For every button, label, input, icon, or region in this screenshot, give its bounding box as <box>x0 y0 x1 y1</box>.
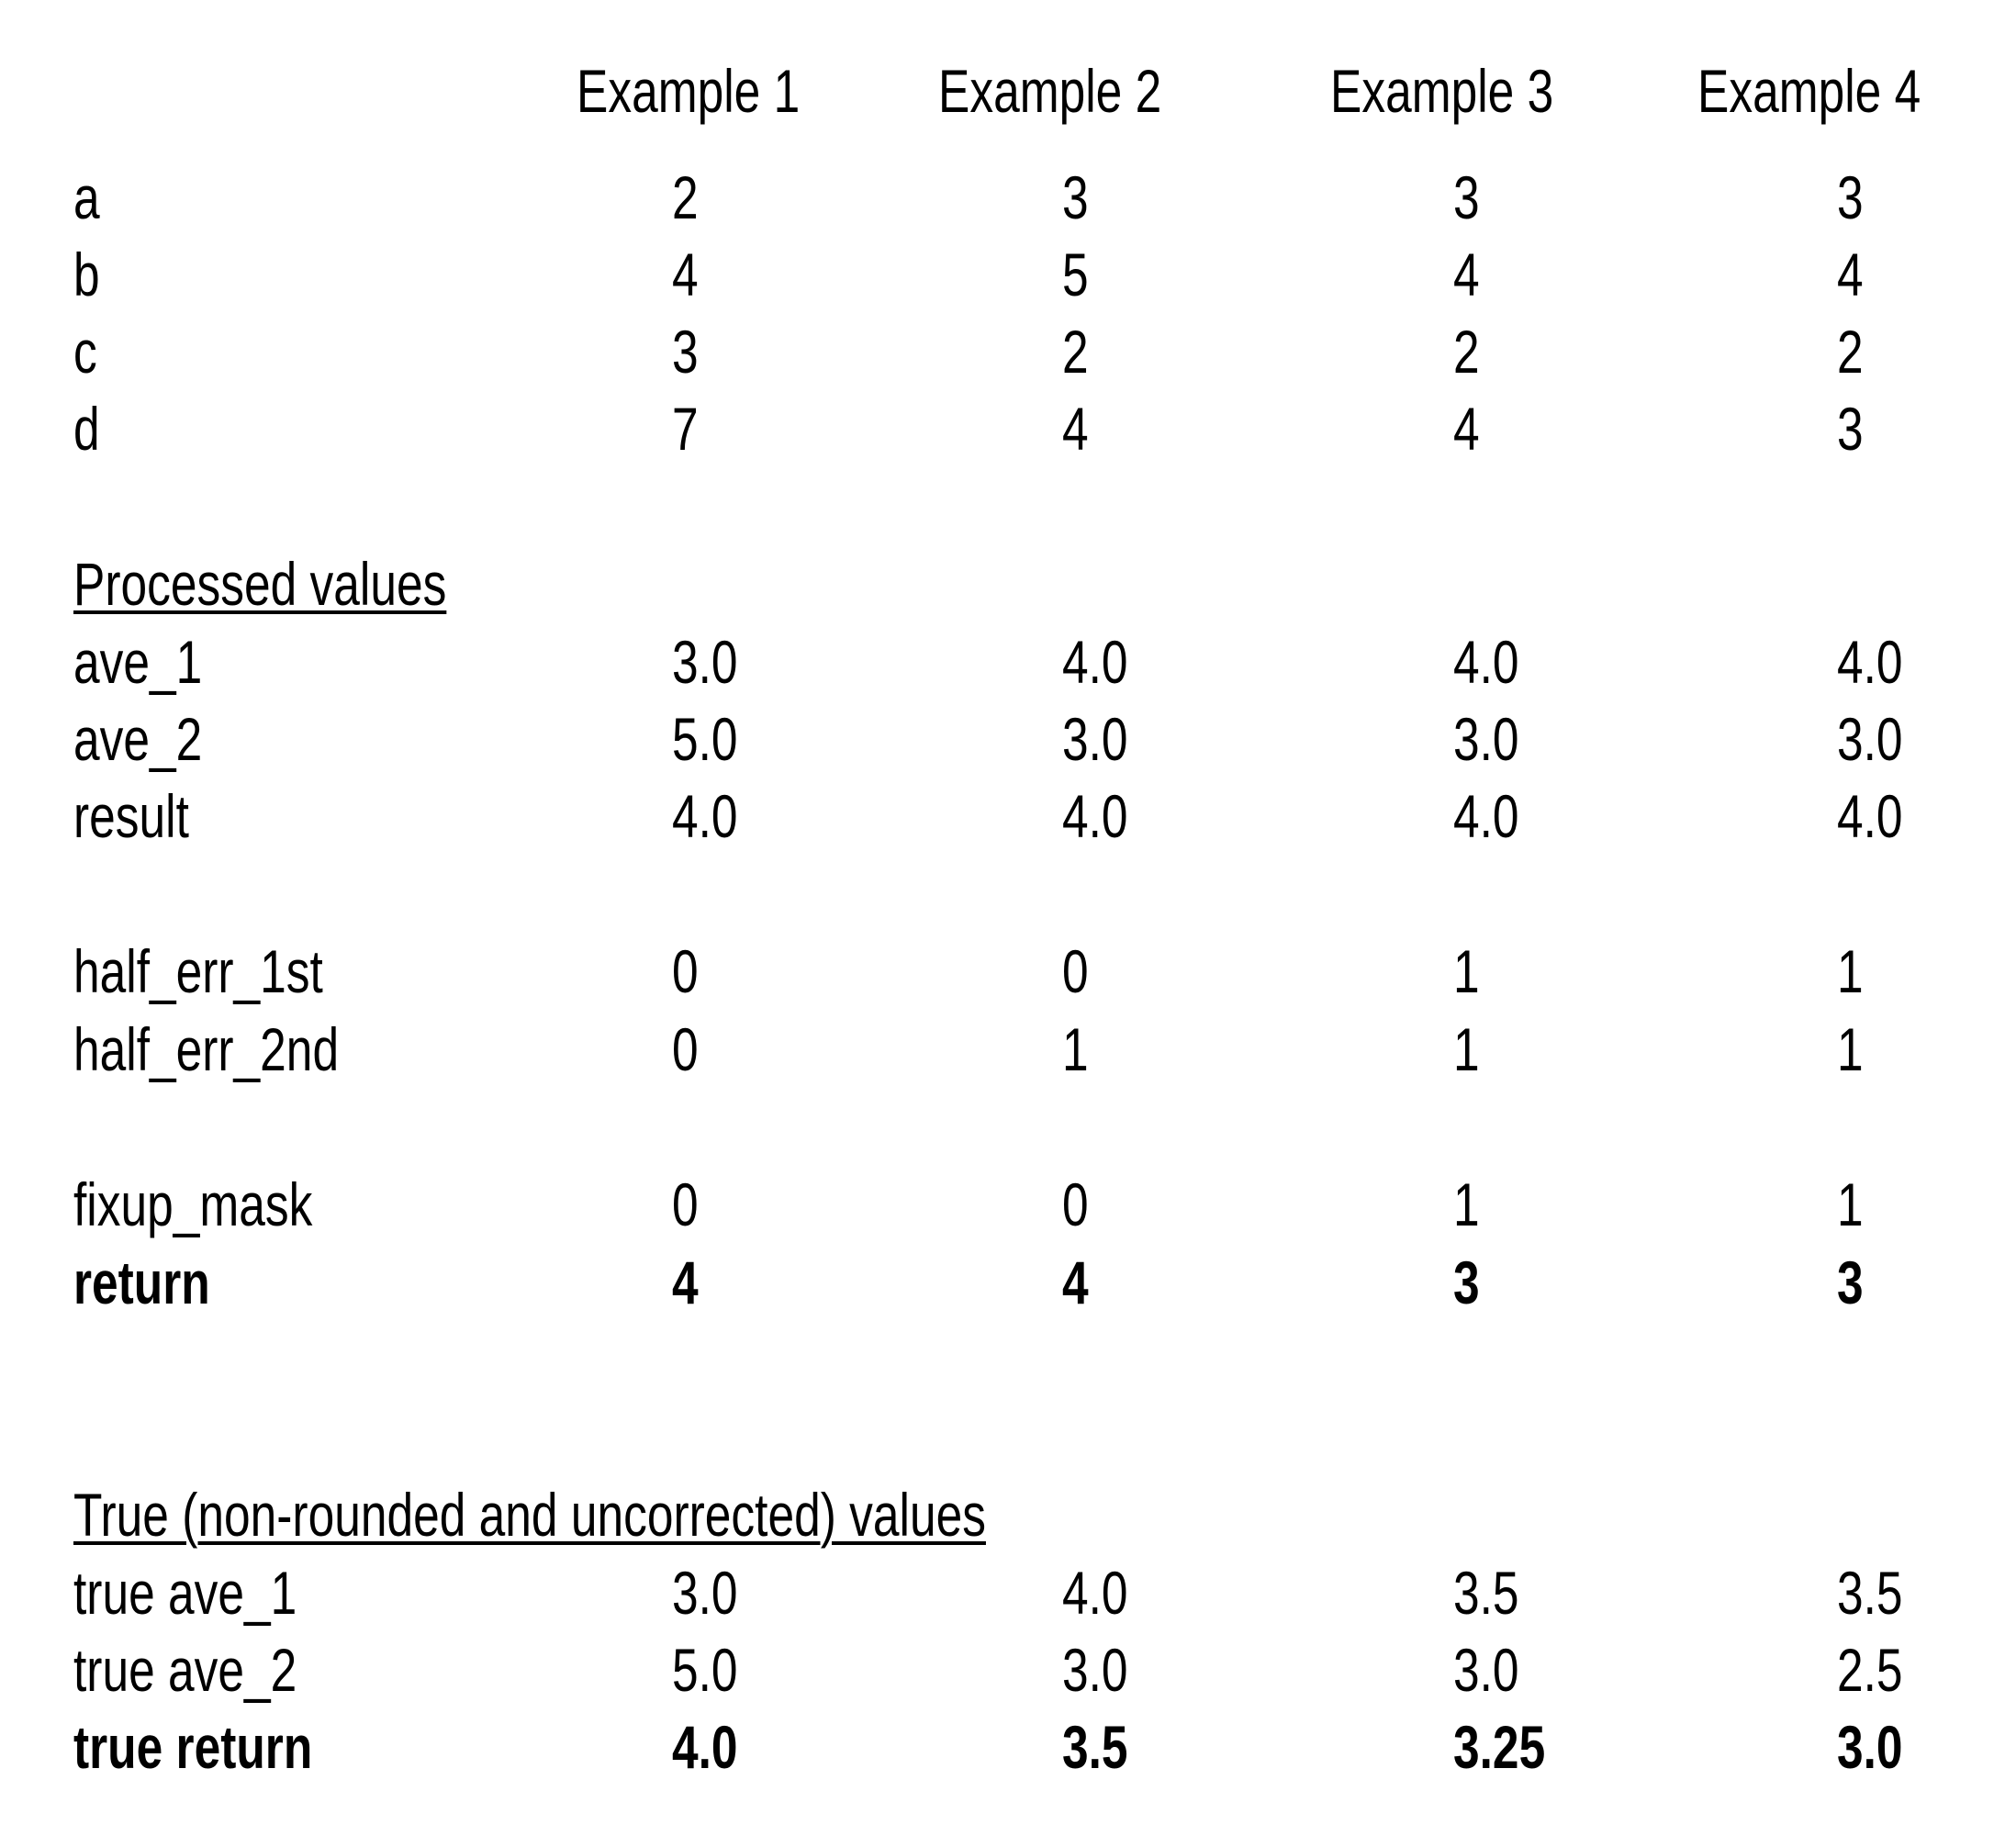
cell: 5 <box>1062 241 1089 308</box>
cell: 3 <box>1837 1248 1864 1316</box>
section-heading-true-values: True (non-rounded and uncorrected) value… <box>73 1481 986 1549</box>
column-header: Example 3 <box>1330 57 1554 125</box>
cell: 3.0 <box>672 1559 738 1627</box>
cell: 1 <box>1453 1170 1480 1238</box>
cell: 4 <box>1453 241 1480 308</box>
row-label: b <box>73 241 100 308</box>
cell: 3 <box>672 318 699 386</box>
cell: 4.0 <box>1062 782 1128 850</box>
cell: 2 <box>1453 318 1480 386</box>
cell: 3.0 <box>1837 1713 1903 1781</box>
cell: 2 <box>1837 318 1864 386</box>
cell: 4.0 <box>1453 782 1519 850</box>
section-heading-processed: Processed values <box>73 550 447 618</box>
row-label: ave_2 <box>73 705 203 773</box>
row-label: true ave_1 <box>73 1559 297 1627</box>
cell: 4 <box>1062 1248 1089 1316</box>
cell: 1 <box>1837 1015 1864 1083</box>
cell: 5.0 <box>672 1636 738 1704</box>
cell: 3.0 <box>1062 705 1128 773</box>
cell: 4 <box>672 1248 699 1316</box>
cell: 7 <box>672 395 699 463</box>
cell: 3.0 <box>1453 705 1519 773</box>
row-label: result <box>73 782 189 850</box>
cell: 4 <box>1453 395 1480 463</box>
row-label: true return <box>73 1713 313 1781</box>
cell: 1 <box>1837 1170 1864 1238</box>
cell: 3.0 <box>1453 1636 1519 1704</box>
row-label: fixup_mask <box>73 1170 313 1238</box>
cell: 0 <box>672 1015 699 1083</box>
cell: 4.0 <box>1453 628 1519 696</box>
row-label: d <box>73 395 100 463</box>
cell: 0 <box>1062 937 1089 1005</box>
cell: 3.5 <box>1062 1713 1128 1781</box>
row-label: return <box>73 1248 210 1316</box>
cell: 3 <box>1837 395 1864 463</box>
cell: 0 <box>672 1170 699 1238</box>
cell: 0 <box>1062 1170 1089 1238</box>
row-label: c <box>73 318 97 386</box>
cell: 4.0 <box>1062 1559 1128 1627</box>
cell: 4 <box>1837 241 1864 308</box>
cell: 1 <box>1453 1015 1480 1083</box>
cell: 4 <box>672 241 699 308</box>
cell: 4.0 <box>672 1713 738 1781</box>
cell: 0 <box>672 937 699 1005</box>
cell: 3.5 <box>1837 1559 1903 1627</box>
cell: 2 <box>1062 318 1089 386</box>
cell: 3.0 <box>1062 1636 1128 1704</box>
cell: 4.0 <box>672 782 738 850</box>
cell: 3 <box>1062 163 1089 231</box>
cell: 1 <box>1062 1015 1089 1083</box>
cell: 4.0 <box>1837 628 1903 696</box>
cell: 2 <box>672 163 699 231</box>
row-label: true ave_2 <box>73 1636 297 1704</box>
cell: 4 <box>1062 395 1089 463</box>
cell: 1 <box>1453 937 1480 1005</box>
cell: 5.0 <box>672 705 738 773</box>
cell: 3.0 <box>1837 705 1903 773</box>
row-label: half_err_2nd <box>73 1015 340 1083</box>
cell: 3.25 <box>1453 1713 1546 1781</box>
cell: 4.0 <box>1062 628 1128 696</box>
cell: 2.5 <box>1837 1636 1903 1704</box>
cell: 3 <box>1453 1248 1480 1316</box>
row-label: half_err_1st <box>73 937 323 1005</box>
cell: 1 <box>1837 937 1864 1005</box>
column-header: Example 2 <box>938 57 1162 125</box>
cell: 3.5 <box>1453 1559 1519 1627</box>
cell: 3 <box>1837 163 1864 231</box>
row-label: a <box>73 163 100 231</box>
cell: 3.0 <box>672 628 738 696</box>
row-label: ave_1 <box>73 628 203 696</box>
cell: 4.0 <box>1837 782 1903 850</box>
column-header: Example 4 <box>1697 57 1921 125</box>
column-header: Example 1 <box>577 57 801 125</box>
cell: 3 <box>1453 163 1480 231</box>
